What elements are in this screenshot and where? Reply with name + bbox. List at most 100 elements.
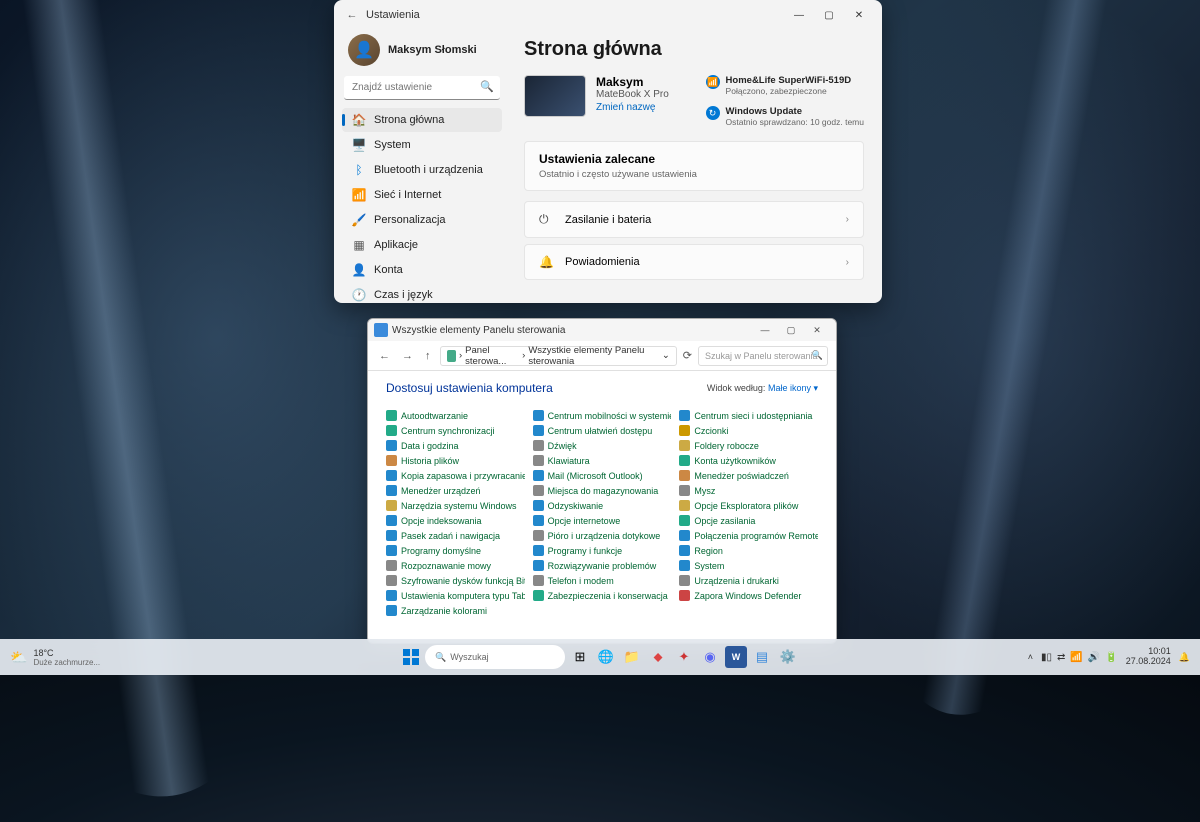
nav-item-1[interactable]: 🖥️System <box>342 133 502 157</box>
settings-icon[interactable]: ⚙️ <box>777 646 799 668</box>
cp-item[interactable]: Zapora Windows Defender <box>679 589 818 602</box>
cp-item[interactable]: Opcje indeksowania <box>386 514 525 527</box>
back-button[interactable]: ← <box>342 9 362 21</box>
cp-item[interactable]: Mysz <box>679 484 818 497</box>
cp-item[interactable]: Odzyskiwanie <box>533 499 672 512</box>
device-card[interactable]: Maksym MateBook X Pro Zmień nazwę <box>524 75 669 127</box>
cp-item-icon <box>533 515 544 526</box>
cp-item[interactable]: Data i godzina <box>386 439 525 452</box>
app-icon-1[interactable]: ⬥ <box>647 646 669 668</box>
cp-item[interactable]: Centrum mobilności w systemie Win... <box>533 409 672 422</box>
cp-item[interactable]: Połączenia programów RemoteApp i... <box>679 529 818 542</box>
cp-item[interactable]: Zabezpieczenia i konserwacja <box>533 589 672 602</box>
cp-item[interactable]: Klawiatura <box>533 454 672 467</box>
nav-item-5[interactable]: ▦Aplikacje <box>342 233 502 257</box>
cp-item[interactable]: Pióro i urządzenia dotykowe <box>533 529 672 542</box>
rec-item-0[interactable]: ⏻Zasilanie i bateria› <box>524 201 864 238</box>
nav-item-4[interactable]: 🖌️Personalizacja <box>342 208 502 232</box>
nav-item-2[interactable]: ᛒBluetooth i urządzenia <box>342 158 502 182</box>
cp-item[interactable]: Opcje Eksploratora plików <box>679 499 818 512</box>
battery-tray-icon[interactable]: 🔋 <box>1105 652 1117 663</box>
tray-icon[interactable]: ▮▯ <box>1041 652 1052 663</box>
clock[interactable]: 10:01 27.08.2024 <box>1126 647 1171 667</box>
wifi-status[interactable]: 📶 Home&Life SuperWiFi-519D Połączono, za… <box>706 75 864 96</box>
start-button[interactable] <box>401 647 421 667</box>
cp-item[interactable]: Szyfrowanie dysków funkcją BitLocker <box>386 574 525 587</box>
profile-section[interactable]: 👤 Maksym Słomski <box>342 30 502 76</box>
cp-item[interactable]: Centrum sieci i udostępniania <box>679 409 818 422</box>
cp-item[interactable]: Foldery robocze <box>679 439 818 452</box>
cp-close[interactable]: ✕ <box>804 319 830 341</box>
cp-item[interactable]: Mail (Microsoft Outlook) <box>533 469 672 482</box>
cp-item[interactable]: Region <box>679 544 818 557</box>
cp-item[interactable]: Pasek zadań i nawigacja <box>386 529 525 542</box>
maximize-button[interactable]: ▢ <box>814 0 844 30</box>
view-selector[interactable]: Widok według: Małe ikony ▾ <box>707 383 818 394</box>
update-status[interactable]: ↻ Windows Update Ostatnio sprawdzano: 10… <box>706 106 864 127</box>
close-button[interactable]: ✕ <box>844 0 874 30</box>
cp-item-icon <box>533 485 544 496</box>
cp-item[interactable]: Urządzenia i drukarki <box>679 574 818 587</box>
discord-icon[interactable]: ◉ <box>699 646 721 668</box>
nav-icon: 🖥️ <box>352 138 366 152</box>
cp-item-icon <box>533 545 544 556</box>
chrome-icon[interactable]: 🌐 <box>595 646 617 668</box>
search-icon: 🔍 <box>435 652 446 663</box>
cp-item[interactable]: Historia plików <box>386 454 525 467</box>
app-icon-3[interactable]: ▤ <box>751 646 773 668</box>
cp-content: Dostosuj ustawienia komputera Widok wedł… <box>368 371 836 643</box>
cp-item[interactable]: Opcje internetowe <box>533 514 672 527</box>
cp-item-icon <box>386 605 397 616</box>
cp-item[interactable]: Programy domyślne <box>386 544 525 557</box>
cp-item[interactable]: Menedżer urządzeń <box>386 484 525 497</box>
cp-item[interactable]: Kopia zapasowa i przywracanie (Win... <box>386 469 525 482</box>
rename-link[interactable]: Zmień nazwę <box>596 102 669 113</box>
word-icon[interactable]: W <box>725 646 747 668</box>
cp-item[interactable]: Dźwięk <box>533 439 672 452</box>
cp-item[interactable]: Opcje zasilania <box>679 514 818 527</box>
tray-chevron[interactable]: ˄ <box>1028 652 1033 662</box>
cp-item[interactable]: Ustawienia komputera typu Tablet <box>386 589 525 602</box>
cp-item[interactable]: Miejsca do magazynowania <box>533 484 672 497</box>
cp-item[interactable]: Centrum synchronizacji <box>386 424 525 437</box>
nav-forward[interactable]: → <box>399 350 416 362</box>
breadcrumb[interactable]: › Panel sterowa... › Wszystkie elementy … <box>440 346 677 366</box>
minimize-button[interactable]: ― <box>784 0 814 30</box>
nav-back[interactable]: ← <box>376 350 393 362</box>
nav-item-0[interactable]: 🏠Strona główna <box>342 108 502 132</box>
wifi-tray-icon[interactable]: 📶 <box>1070 652 1082 663</box>
app-icon-2[interactable]: ✦ <box>673 646 695 668</box>
cp-item[interactable]: Centrum ułatwień dostępu <box>533 424 672 437</box>
cp-item[interactable]: Konta użytkowników <box>679 454 818 467</box>
cp-item[interactable]: Programy i funkcje <box>533 544 672 557</box>
cp-item[interactable]: Narzędzia systemu Windows <box>386 499 525 512</box>
search-input[interactable] <box>344 76 500 100</box>
weather-widget[interactable]: ⛅ 18°C Duże zachmurze... <box>10 648 100 667</box>
notifications-icon[interactable]: 🔔 <box>1179 652 1190 663</box>
nav-item-3[interactable]: 📶Sieć i Internet <box>342 183 502 207</box>
volume-tray-icon[interactable]: 🔊 <box>1088 652 1100 663</box>
nav-item-7[interactable]: 🕐Czas i język <box>342 283 502 303</box>
cp-item[interactable]: System <box>679 559 818 572</box>
task-view-icon[interactable]: ⊞ <box>569 646 591 668</box>
cp-minimize[interactable]: ― <box>752 319 778 341</box>
taskbar-search[interactable]: 🔍 Wyszukaj <box>425 645 565 669</box>
tray-icon[interactable]: ⇄ <box>1057 652 1065 663</box>
cp-search[interactable]: Szukaj w Panelu sterowania <box>698 346 828 366</box>
explorer-icon[interactable]: 📁 <box>621 646 643 668</box>
cp-item[interactable]: Rozpoznawanie mowy <box>386 559 525 572</box>
cp-item[interactable]: Czcionki <box>679 424 818 437</box>
cp-item-icon <box>679 425 690 436</box>
cp-item[interactable]: Menedżer poświadczeń <box>679 469 818 482</box>
cp-item[interactable]: Zarządzanie kolorami <box>386 604 525 617</box>
nav-item-6[interactable]: 👤Konta <box>342 258 502 282</box>
cp-item[interactable]: Autoodtwarzanie <box>386 409 525 422</box>
refresh-button[interactable]: ⟳ <box>683 349 692 362</box>
nav-up[interactable]: ↑ <box>422 350 434 362</box>
cp-item[interactable]: Telefon i modem <box>533 574 672 587</box>
cp-item[interactable]: Rozwiązywanie problemów <box>533 559 672 572</box>
cp-maximize[interactable]: ▢ <box>778 319 804 341</box>
cp-navbar: ← → ↑ › Panel sterowa... › Wszystkie ele… <box>368 341 836 371</box>
nav-icon: 🕐 <box>352 288 366 302</box>
rec-item-1[interactable]: 🔔Powiadomienia› <box>524 244 864 280</box>
